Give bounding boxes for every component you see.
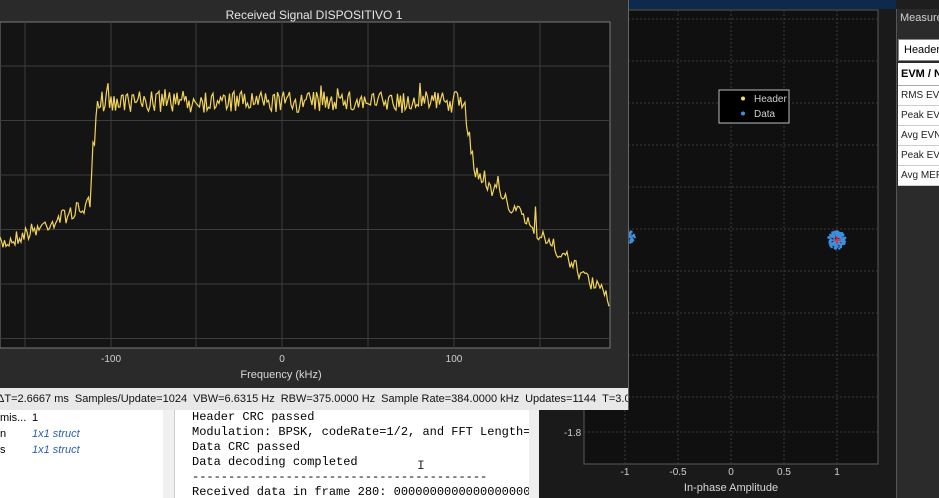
constellation-point	[839, 245, 843, 249]
status-vbw: VBW=6.6315 Hz	[193, 393, 275, 405]
constellation-point	[831, 233, 834, 236]
command-window[interactable]: Header CRC passed Modulation: BPSK, code…	[174, 410, 539, 498]
constellation-x-tick-label: -1	[621, 467, 630, 478]
spectrum-window: Received Signal DISPOSITIVO 1 -100 0 100…	[0, 0, 629, 410]
variable-value: 1x1 struct	[32, 444, 80, 456]
legend-header-marker	[741, 96, 745, 101]
constellation-point	[840, 243, 843, 246]
constellation-x-tick-label: 0	[728, 467, 734, 478]
variable-value: 1x1 struct	[32, 428, 80, 440]
spectrum-x-tick: 100	[446, 354, 463, 365]
constellation-point	[840, 232, 844, 235]
command-output-line: Header CRC passed	[192, 410, 315, 424]
spectrum-x-tick: 0	[279, 354, 285, 365]
constellation-x-tick-label: 1	[834, 467, 840, 478]
legend-header-label: Header	[754, 94, 787, 105]
status-dt: ΔT=2.6667 ms	[0, 393, 69, 405]
table-row: Avg MEF	[898, 166, 939, 186]
constellation-y-tick-label: -1.8	[564, 428, 582, 439]
constellation-point	[833, 243, 836, 246]
status-samples: Samples/Update=1024	[74, 393, 188, 405]
spectrum-x-axis-label: Frequency (kHz)	[240, 369, 321, 381]
constellation-point	[831, 242, 834, 245]
constellation-point	[834, 247, 838, 250]
constellation-point	[629, 230, 632, 233]
table-row: Peak EV	[898, 106, 939, 126]
evm-table-heading: EVM / N	[898, 63, 939, 86]
tab-header[interactable]: Header	[898, 39, 939, 61]
constellation-x-axis-label: In-phase Amplitude	[684, 482, 778, 494]
variable-name: mis...	[0, 412, 27, 424]
constellation-point	[834, 231, 838, 235]
status-rbw: RBW=375.0000 Hz	[280, 393, 376, 405]
command-window-scrollbar[interactable]	[529, 410, 539, 498]
constellation-x-tick-label: 0.5	[777, 467, 791, 478]
command-output-line: Modulation: BPSK, codeRate=1/2, and FFT …	[192, 425, 538, 439]
workspace-panel: mis... 1 n 1x1 struct s 1x1 struct	[0, 410, 164, 498]
status-time: T=3.0521	[602, 393, 628, 405]
command-output-line: Received data in frame 280: 000000000000…	[192, 485, 531, 498]
command-output-line: Data CRC passed	[192, 440, 301, 454]
constellation-point	[629, 241, 632, 244]
table-row: RMS EVI	[898, 86, 939, 106]
constellation-point	[629, 233, 632, 236]
constellation-point	[843, 242, 846, 245]
constellation-point	[628, 235, 632, 239]
status-updates: Updates=1144	[525, 393, 597, 405]
variable-name: s	[0, 444, 6, 456]
constellation-point	[838, 235, 841, 238]
spectrum-status-bar: ΔT=2.6667 ms Samples/Update=1024 VBW=6.631…	[0, 388, 628, 410]
constellation-x-tick-label: -0.5	[669, 467, 687, 478]
measurements-title: Measure	[900, 12, 939, 24]
evm-table: EVM / N RMS EVI Peak EV Avg EVN Peak EV …	[898, 63, 939, 186]
constellation-point	[829, 238, 833, 242]
constellation-legend[interactable]: Header Data	[718, 89, 790, 124]
legend-data-label: Data	[754, 109, 776, 120]
constellation-point	[631, 234, 635, 238]
variable-name: n	[0, 428, 7, 440]
constellation-point	[837, 233, 841, 236]
variable-value: 1	[32, 412, 39, 424]
table-row: Avg EVN	[898, 126, 939, 146]
command-output-line: ----------------------------------------…	[192, 470, 488, 484]
text-cursor-icon: I	[417, 458, 425, 473]
spectrum-x-tick: -100	[101, 354, 121, 365]
constellation-point	[830, 245, 833, 249]
command-output-line: Data decoding completed	[192, 455, 358, 469]
legend-data-marker	[741, 111, 745, 116]
status-sample-rate: Sample Rate=384.0000 kHz	[381, 393, 520, 405]
table-row: Peak EV	[898, 146, 939, 166]
constellation-x-ticks: -1 -0.5 0 0.5 1	[621, 467, 841, 478]
panel-divider[interactable]	[163, 410, 174, 498]
measurements-panel: Measure Header EVM / N RMS EVI Peak EV A…	[896, 9, 939, 498]
spectrum-plot: -100 0 100 Frequency (kHz)	[0, 21, 611, 381]
